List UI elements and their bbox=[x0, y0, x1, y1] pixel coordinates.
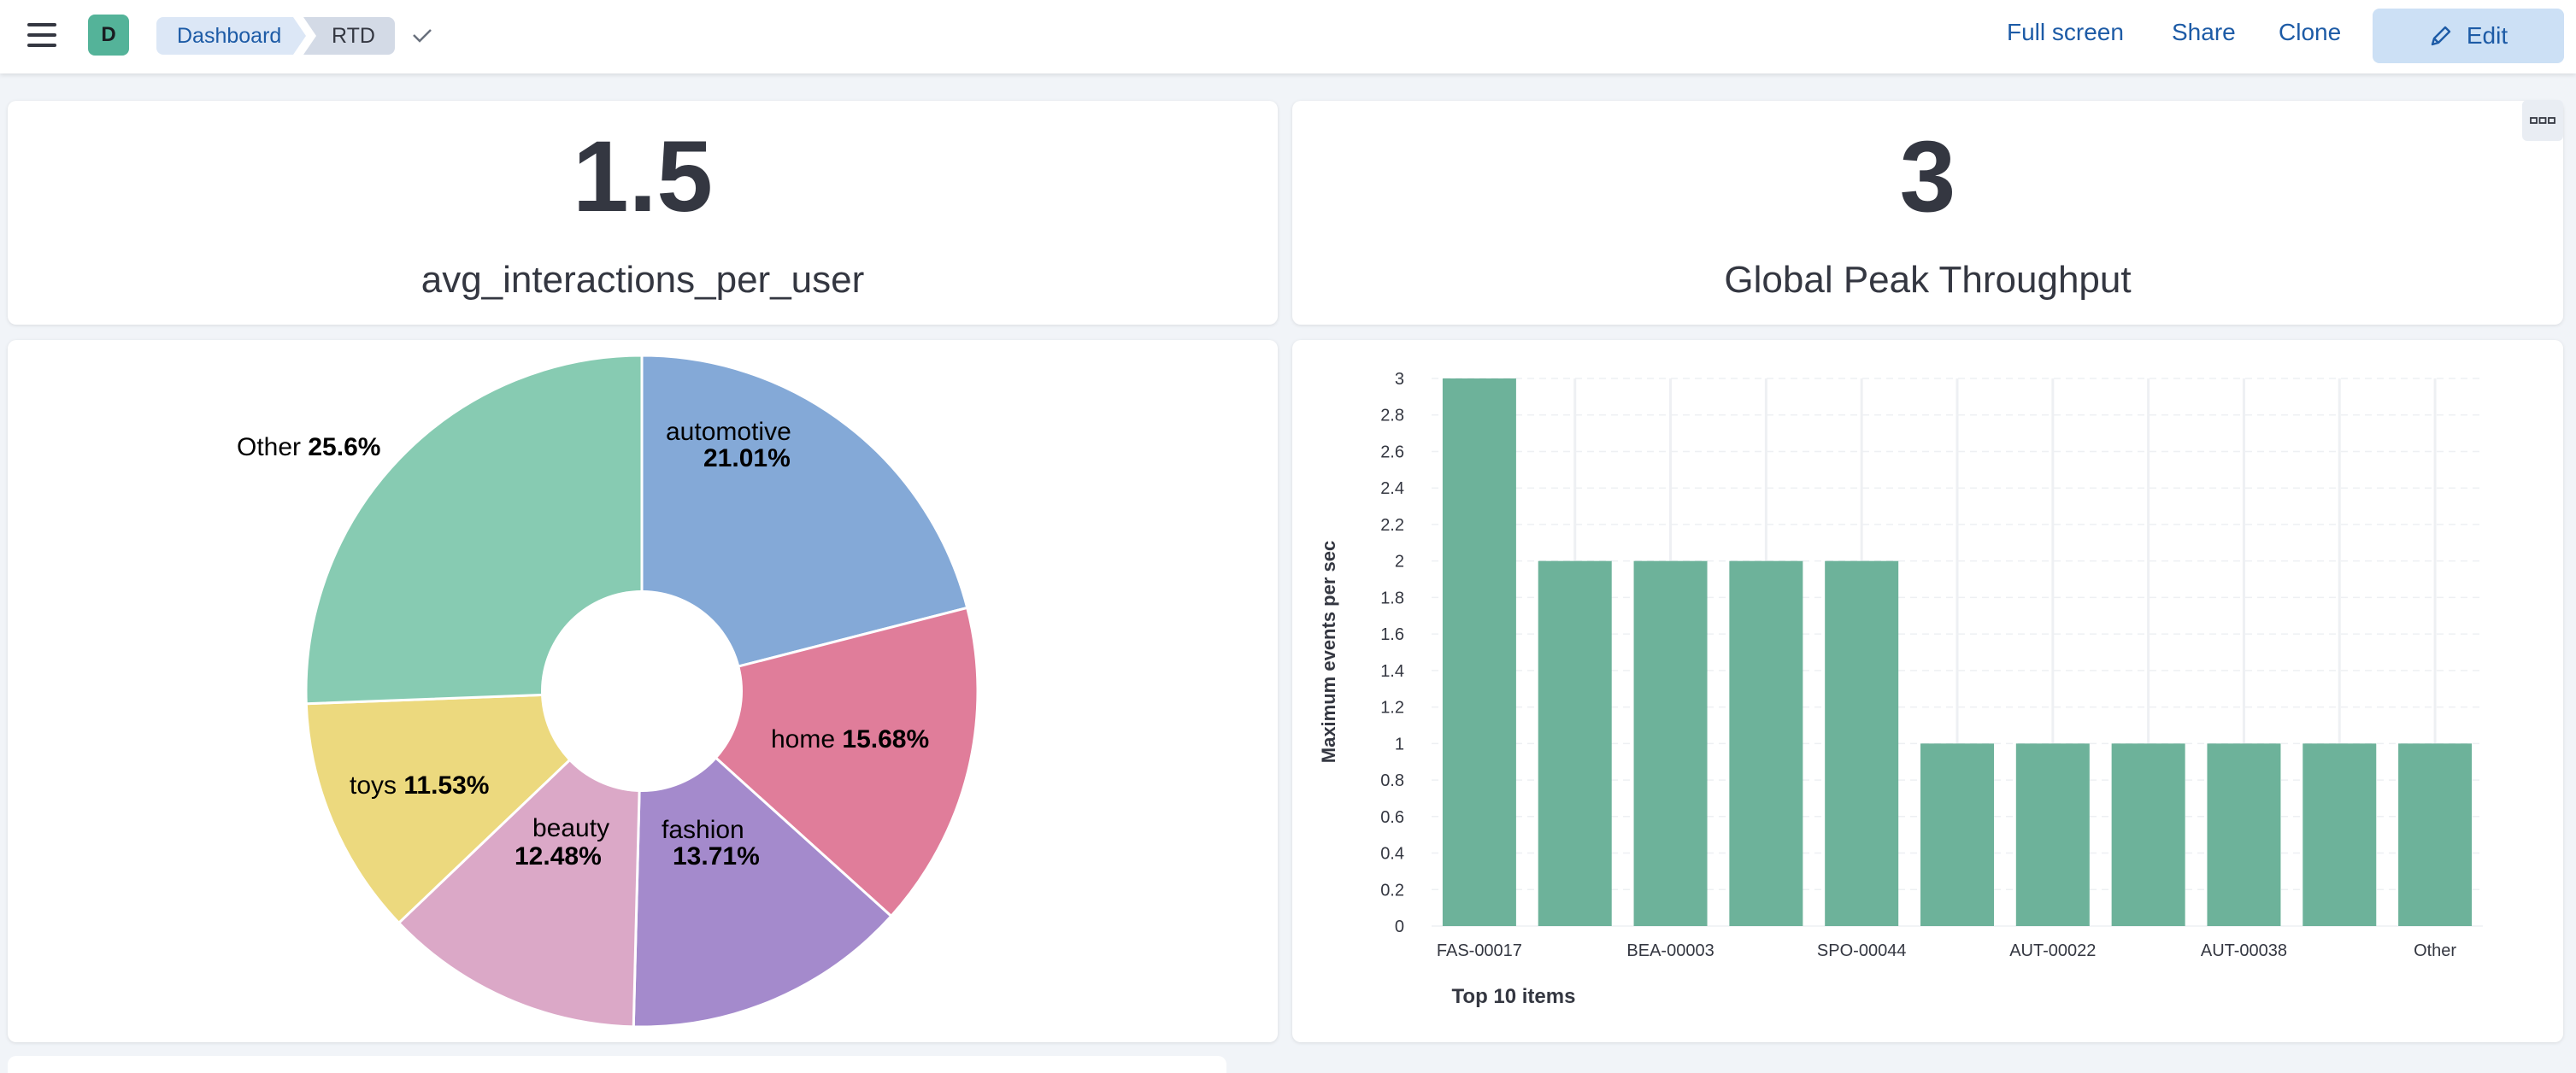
y-axis-title: Maximum events per sec bbox=[1318, 541, 1339, 763]
y-tick-label: 1.4 bbox=[1380, 662, 1404, 681]
x-tick-label: BEA-00003 bbox=[1626, 941, 1714, 960]
space-avatar[interactable]: D bbox=[88, 15, 129, 56]
y-tick-label: 0.6 bbox=[1380, 808, 1404, 827]
bar[interactable] bbox=[1825, 560, 1899, 926]
bar[interactable] bbox=[1920, 743, 1994, 926]
pie-label-beauty-name: beauty bbox=[532, 814, 609, 842]
y-tick-label: 1.6 bbox=[1380, 625, 1404, 644]
metric-label: Global Peak Throughput bbox=[1724, 259, 2132, 301]
bar[interactable] bbox=[2303, 743, 2377, 926]
y-tick-label: 0.8 bbox=[1380, 771, 1404, 790]
y-tick-label: 2.8 bbox=[1380, 407, 1404, 425]
x-tick-label: SPO-00044 bbox=[1817, 941, 1907, 960]
metric-value: 3 bbox=[1899, 120, 1956, 233]
y-tick-label: 2 bbox=[1395, 553, 1404, 572]
pie-label-fashion-name: fashion bbox=[662, 816, 744, 844]
pencil-icon bbox=[2431, 26, 2451, 46]
breadcrumb-dashboard[interactable]: Dashboard bbox=[156, 17, 306, 55]
y-tick-label: 3 bbox=[1395, 370, 1404, 389]
x-tick-label: AUT-00022 bbox=[2009, 941, 2096, 960]
y-tick-label: 0.4 bbox=[1380, 845, 1404, 864]
bar[interactable] bbox=[1442, 378, 1516, 926]
bar[interactable] bbox=[2398, 743, 2473, 926]
bar[interactable] bbox=[1538, 560, 1612, 926]
pie-center-hole bbox=[541, 590, 743, 792]
top-navigation-bar: D Dashboard RTD Full screen Share Clone … bbox=[0, 0, 2576, 73]
y-tick-label: 2.2 bbox=[1380, 516, 1404, 535]
next-panel-edge bbox=[8, 1056, 1226, 1073]
pie-label-fashion-value: 13.71% bbox=[673, 842, 760, 871]
y-tick-label: 1 bbox=[1395, 735, 1404, 753]
x-tick-label: Other bbox=[2414, 941, 2456, 960]
share-link[interactable]: Share bbox=[2172, 19, 2236, 46]
y-tick-label: 2.4 bbox=[1380, 479, 1404, 498]
pie-chart-panel: Other 25.6% automotive 21.01% home 15.68… bbox=[8, 340, 1278, 1042]
pie-label-home: home 15.68% bbox=[771, 725, 929, 753]
bar[interactable] bbox=[1633, 560, 1708, 926]
metric-label: avg_interactions_per_user bbox=[421, 259, 865, 301]
checkmark-icon[interactable] bbox=[409, 23, 435, 49]
edit-label: Edit bbox=[2466, 22, 2508, 49]
metric-value: 1.5 bbox=[572, 120, 714, 233]
panel-options-button[interactable] bbox=[2522, 100, 2563, 141]
pie-label-automotive-name: automotive bbox=[666, 418, 791, 446]
clone-link[interactable]: Clone bbox=[2279, 19, 2341, 46]
y-tick-label: 0 bbox=[1395, 918, 1404, 936]
breadcrumb-rtd: RTD bbox=[303, 17, 395, 55]
menu-icon[interactable] bbox=[27, 23, 56, 47]
pie-label-beauty-value: 12.48% bbox=[515, 842, 602, 871]
edit-button[interactable]: Edit bbox=[2373, 9, 2564, 63]
top-items-bar-chart: 0 0.2 0.4 0.6 0.8 1 1.2 1.4 1.6 1.8 2 2.2 2.4 2.6 2.8 3… bbox=[1318, 370, 2483, 1008]
bar[interactable] bbox=[2111, 743, 2185, 926]
y-tick-label: 1.2 bbox=[1380, 699, 1404, 718]
more-options-icon bbox=[2530, 117, 2555, 124]
pie-label-automotive-value: 21.01% bbox=[703, 444, 791, 472]
x-tick-label: FAS-00017 bbox=[1437, 941, 1522, 960]
pie-label-toys: toys 11.53% bbox=[350, 771, 489, 800]
bar[interactable] bbox=[2015, 743, 2090, 926]
pie-label-other: Other 25.6% bbox=[237, 433, 380, 461]
y-tick-label: 0.2 bbox=[1380, 881, 1404, 900]
full-screen-link[interactable]: Full screen bbox=[2007, 19, 2124, 46]
y-tick-label: 1.8 bbox=[1380, 589, 1404, 607]
x-tick-label: AUT-00038 bbox=[2201, 941, 2287, 960]
x-axis-title: Top 10 items bbox=[1452, 985, 1576, 1008]
bar[interactable] bbox=[2207, 743, 2281, 926]
y-tick-label: 2.6 bbox=[1380, 443, 1404, 461]
bar-chart-panel: 0 0.2 0.4 0.6 0.8 1 1.2 1.4 1.6 1.8 2 2.2 2.4 2.6 2.8 3… bbox=[1292, 340, 2563, 1042]
category-pie-chart: Other 25.6% automotive 21.01% home 15.68… bbox=[237, 354, 979, 1029]
bar[interactable] bbox=[1729, 560, 1803, 926]
